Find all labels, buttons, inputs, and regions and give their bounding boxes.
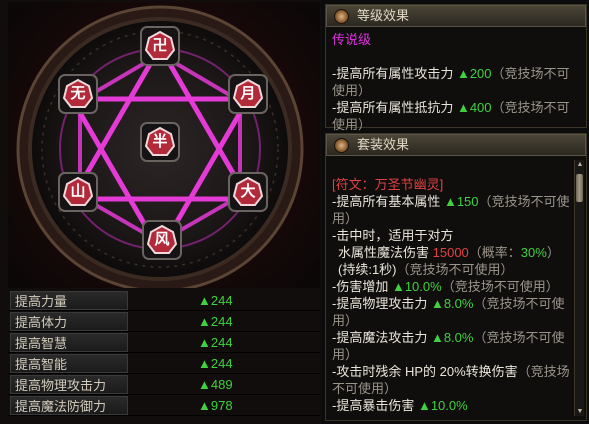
rune-glyph-lower-right: 大 <box>240 183 256 200</box>
rune-glyph-top: 卍 <box>152 37 168 54</box>
stat-label: 提高智慧 <box>10 333 128 352</box>
set-effect-line: -提高魔法攻击力 ▲8.0%（竞技场不可使用） <box>332 330 565 362</box>
stat-value: ▲244 <box>198 335 233 350</box>
stat-list: 提高力量 ▲244 提高体力 ▲244 提高智慧 ▲244 提高智能 ▲244 提高物理… <box>8 290 320 416</box>
set-effect-line: 水属性魔法伤害 15000（概率：30%）(持续:1秒)（竞技场不可使用） <box>338 245 560 277</box>
set-effect-scrollbar[interactable]: ▲ ▼ <box>574 160 584 416</box>
grade-effect-line: -提高所有属性攻击力 ▲200（竞技场不可使用） <box>332 66 570 98</box>
rune-glyph-lower-left: 山 <box>70 183 86 200</box>
rune-slot-top[interactable]: 卍 <box>140 26 180 66</box>
stat-label: 提高物理攻击力 <box>10 375 128 394</box>
rune-glyph-bottom: 风 <box>154 231 170 248</box>
grade-effect-body: 传说级 -提高所有属性攻击力 ▲200（竞技场不可使用） -提高所有属性抵抗力 … <box>326 27 586 137</box>
set-effect-line: -攻击时残余 HP的 20%转换伤害（竞技场不可使用） <box>332 364 570 396</box>
stat-label: 提高力量 <box>10 291 128 310</box>
grade-effect-header: 等级效果 <box>326 5 586 27</box>
set-effect-line: -提高物理攻击力 ▲8.0%（竞技场不可使用） <box>332 296 565 328</box>
rune-slot-lower-right[interactable]: 大 <box>228 172 268 212</box>
set-effect-panel: 套装效果 [符文：万圣节幽灵] -提高所有基本属性 ▲150（竞技场不可使用） … <box>325 133 587 421</box>
scroll-up-icon[interactable]: ▲ <box>575 160 585 169</box>
scroll-thumb[interactable] <box>576 174 583 202</box>
stat-row: 提高物理攻击力 ▲489 <box>8 374 320 395</box>
stat-row: 提高体力 ▲244 <box>8 311 320 332</box>
stat-value: ▲489 <box>198 377 233 392</box>
set-effect-line: -提高暴击伤害 ▲10.0% <box>332 398 468 413</box>
set-effect-header: 套装效果 <box>326 134 586 156</box>
stat-value: ▲244 <box>198 314 233 329</box>
stat-value: ▲244 <box>198 356 233 371</box>
set-effect-line: -伤害增加 ▲10.0%（竞技场不可使用） <box>332 279 559 294</box>
stat-row: 提高智慧 ▲244 <box>8 332 320 353</box>
grade-effect-panel: 等级效果 传说级 -提高所有属性攻击力 ▲200（竞技场不可使用） -提高所有属… <box>325 4 587 132</box>
stat-row: 提高智能 ▲244 <box>8 353 320 374</box>
effects-panel: 等级效果 传说级 -提高所有属性攻击力 ▲200（竞技场不可使用） -提高所有属… <box>323 0 589 424</box>
grade-effect-line: -提高所有属性抵抗力 ▲400（竞技场不可使用） <box>332 100 570 132</box>
gear-icon <box>334 9 349 24</box>
rune-glyph-center: 半 <box>152 133 168 150</box>
stat-value: ▲978 <box>198 398 233 413</box>
grade-effect-title: 等级效果 <box>357 8 410 23</box>
set-effect-title: 套装效果 <box>357 137 410 152</box>
scroll-down-icon[interactable]: ▼ <box>575 407 585 416</box>
rune-glyph-upper-left: 无 <box>70 85 86 102</box>
gear-icon <box>334 138 349 153</box>
grade-name: 传说级 <box>332 32 372 47</box>
stat-label: 提高魔法防御力 <box>10 396 128 415</box>
stat-row: 提高魔法防御力 ▲978 <box>8 395 320 416</box>
stat-label: 提高智能 <box>10 354 128 373</box>
set-effect-line: -击中时，适用于对方 <box>332 228 454 243</box>
set-effect-line: -提高所有基本属性 ▲150（竞技场不可使用） <box>332 194 570 226</box>
rune-glyph-upper-right: 月 <box>240 85 256 102</box>
rune-slot-upper-left[interactable]: 无 <box>58 74 98 114</box>
set-effect-body: [符文：万圣节幽灵] -提高所有基本属性 ▲150（竞技场不可使用） -击中时，… <box>326 156 586 418</box>
rune-slot-center[interactable]: 半 <box>140 122 180 162</box>
rune-circle: 卍 无 月 半 山 大 风 <box>8 2 320 288</box>
set-name: [符文：万圣节幽灵] <box>332 177 444 192</box>
stat-row: 提高力量 ▲244 <box>8 290 320 311</box>
rune-slot-lower-left[interactable]: 山 <box>58 172 98 212</box>
stat-value: ▲244 <box>198 293 233 308</box>
stat-label: 提高体力 <box>10 312 128 331</box>
rune-slot-bottom[interactable]: 风 <box>142 220 182 260</box>
rune-panel: 卍 无 月 半 山 大 风 提高力量 ▲244 提高体力 ▲244 提高智慧 ▲2 <box>0 0 322 424</box>
rune-slot-upper-right[interactable]: 月 <box>228 74 268 114</box>
